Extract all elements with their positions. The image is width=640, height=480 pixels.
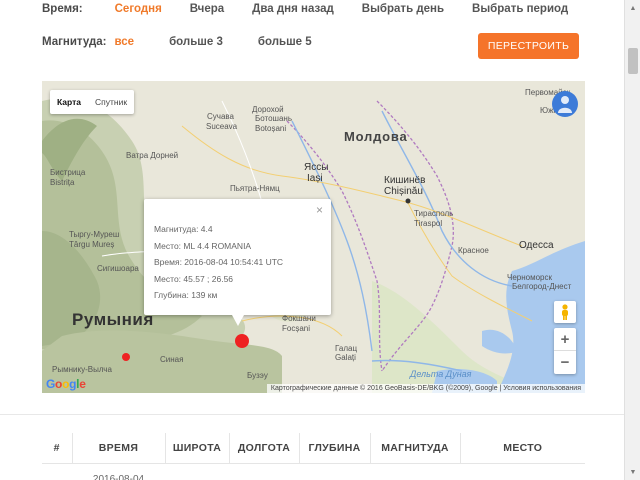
map-label-dorohoi: Дорохой xyxy=(252,105,284,114)
col-depth[interactable]: ГЛУБИНА xyxy=(299,433,371,464)
map-label-botosani-local: Botoșani xyxy=(255,124,287,133)
zoom-in-button[interactable]: + xyxy=(554,328,576,351)
map-label-chisinau-local: Chișinău xyxy=(384,186,423,197)
map-label-vilcea: Рымнику-Вылча xyxy=(52,365,112,374)
map-label-piatra: Пьятра-Нямц xyxy=(230,184,280,193)
popup-magnitude: Магнитуда: 4.4 xyxy=(154,224,213,234)
table-cell xyxy=(229,463,299,480)
earthquake-marker[interactable] xyxy=(122,353,130,361)
map-label-krasnoe: Красное xyxy=(458,246,489,255)
time-filter-label: Время: xyxy=(42,3,83,15)
map-label-suceava: Сучава xyxy=(207,112,235,121)
map-attribution[interactable]: Картографические данные © 2016 GeoBasis-… xyxy=(266,384,585,393)
scroll-down-icon[interactable]: ▼ xyxy=(625,464,640,480)
map-label-chernomorsk: Черноморск xyxy=(507,273,552,282)
popup-coords: Место: 45.57 ; 26.56 xyxy=(154,273,234,284)
earthquakes-table: # ВРЕМЯ ШИРОТА ДОЛГОТА ГЛУБИНА МАГНИТУДА… xyxy=(42,433,585,480)
map-type-satellite[interactable]: Спутник xyxy=(88,90,134,114)
time-filter: Время: Сегодня Вчера Два дня назад Выбра… xyxy=(42,3,596,15)
time-option-today[interactable]: Сегодня xyxy=(115,3,162,15)
page-scrollbar[interactable]: ▲ ▼ xyxy=(624,0,640,480)
map-label-romania: Румыния xyxy=(72,310,154,329)
map-type-switch: Карта Спутник xyxy=(50,90,135,114)
earthquake-marker-main[interactable] xyxy=(235,334,249,348)
map-label-moldova: Молдова xyxy=(344,129,408,144)
table-cell xyxy=(370,463,460,480)
table-cell xyxy=(42,463,72,480)
map-label-iasi: Яссы xyxy=(304,162,329,173)
table-cell xyxy=(165,463,229,480)
time-option-choose-period[interactable]: Выбрать период xyxy=(472,3,568,15)
table-cell-time: 2016-08-04 xyxy=(92,473,145,480)
time-option-two-days-ago[interactable]: Два дня назад xyxy=(252,3,334,15)
col-number[interactable]: # xyxy=(42,433,73,464)
map-label-vatra: Ватра Дорней xyxy=(126,151,179,160)
map-label-bistrita: Бистрица xyxy=(50,168,86,177)
map-label-bistrita-local: Bistrița xyxy=(50,178,75,187)
map-type-map[interactable]: Карта xyxy=(50,90,88,114)
map-label-focsani-local: Focșani xyxy=(282,324,311,333)
col-place[interactable]: МЕСТО xyxy=(460,433,585,464)
map-label-suceava-local: Suceava xyxy=(206,122,238,131)
table-cell xyxy=(460,463,585,480)
google-logo: Google xyxy=(46,377,86,391)
pegman-icon[interactable] xyxy=(554,301,576,323)
zoom-control: + − xyxy=(554,328,576,374)
rebuild-button[interactable]: ПЕРЕСТРОИТЬ xyxy=(478,33,579,59)
map-label-tiraspol: Тирасполь xyxy=(414,209,454,218)
magnitude-option-all[interactable]: все xyxy=(114,36,134,48)
map-label-tiraspol-local: Tiraspol xyxy=(414,219,443,228)
magnitude-filter: Магнитуда: все больше 3 больше 5 xyxy=(42,36,347,48)
zoom-out-button[interactable]: − xyxy=(554,351,576,374)
user-location-icon[interactable] xyxy=(552,91,578,117)
map-label-danube-delta: Дельта Дуная xyxy=(410,369,472,379)
map-label-chisinau: Кишинёв xyxy=(384,175,426,186)
map-label-belgorod: Белгород-Днест xyxy=(512,282,572,291)
table-cell xyxy=(299,463,370,480)
map-label-focsani: Фокшани xyxy=(282,314,316,323)
magnitude-option-over-5[interactable]: больше 5 xyxy=(258,36,312,48)
map-label-sinaia: Синая xyxy=(160,355,184,364)
earthquake-map[interactable]: Карта Спутник Молдова Румыния Кишинёв Ch… xyxy=(42,81,585,393)
magnitude-filter-label: Магнитуда: xyxy=(42,36,107,48)
table-row[interactable]: 2016-08-04 xyxy=(42,463,585,480)
map-label-galati: Галац xyxy=(335,344,358,353)
map-label-odessa: Одесса xyxy=(519,240,554,251)
popup-depth: Глубина: 139 км xyxy=(154,290,218,300)
time-option-choose-day[interactable]: Выбрать день xyxy=(362,3,444,15)
col-longitude[interactable]: ДОЛГОТА xyxy=(229,433,300,464)
col-time[interactable]: ВРЕМЯ xyxy=(72,433,166,464)
map-label-targu: Тыргу-Муреш xyxy=(69,230,120,239)
map-label-iasi-local: Iași xyxy=(307,173,323,184)
magnitude-option-over-3[interactable]: больше 3 xyxy=(169,36,223,48)
map-label-targu-local: Târgu Mureș xyxy=(69,240,115,249)
earthquake-info-popup: × Магнитуда: 4.4 Место: ML 4.4 ROMANIA В… xyxy=(144,199,331,326)
map-label-botosani: Ботошань xyxy=(255,114,292,123)
scroll-up-icon[interactable]: ▲ xyxy=(625,0,640,16)
page: Время: Сегодня Вчера Два дня назад Выбра… xyxy=(0,0,624,480)
table-header-row: # ВРЕМЯ ШИРОТА ДОЛГОТА ГЛУБИНА МАГНИТУДА… xyxy=(42,433,585,464)
popup-time: Время: 2016-08-04 10:54:41 UTC xyxy=(154,257,284,267)
map-label-buzau: Бузэу xyxy=(247,371,268,380)
map-label-galati-local: Galați xyxy=(335,353,356,362)
popup-close-button[interactable]: × xyxy=(316,203,323,217)
table-top-divider xyxy=(0,414,624,415)
map-label-sighisoara: Сигишоара xyxy=(97,264,139,273)
col-magnitude[interactable]: МАГНИТУДА xyxy=(370,433,461,464)
popup-place: Место: ML 4.4 ROMANIA xyxy=(154,240,252,251)
scrollbar-thumb[interactable] xyxy=(628,48,638,74)
time-option-yesterday[interactable]: Вчера xyxy=(190,3,224,15)
col-latitude[interactable]: ШИРОТА xyxy=(165,433,230,464)
